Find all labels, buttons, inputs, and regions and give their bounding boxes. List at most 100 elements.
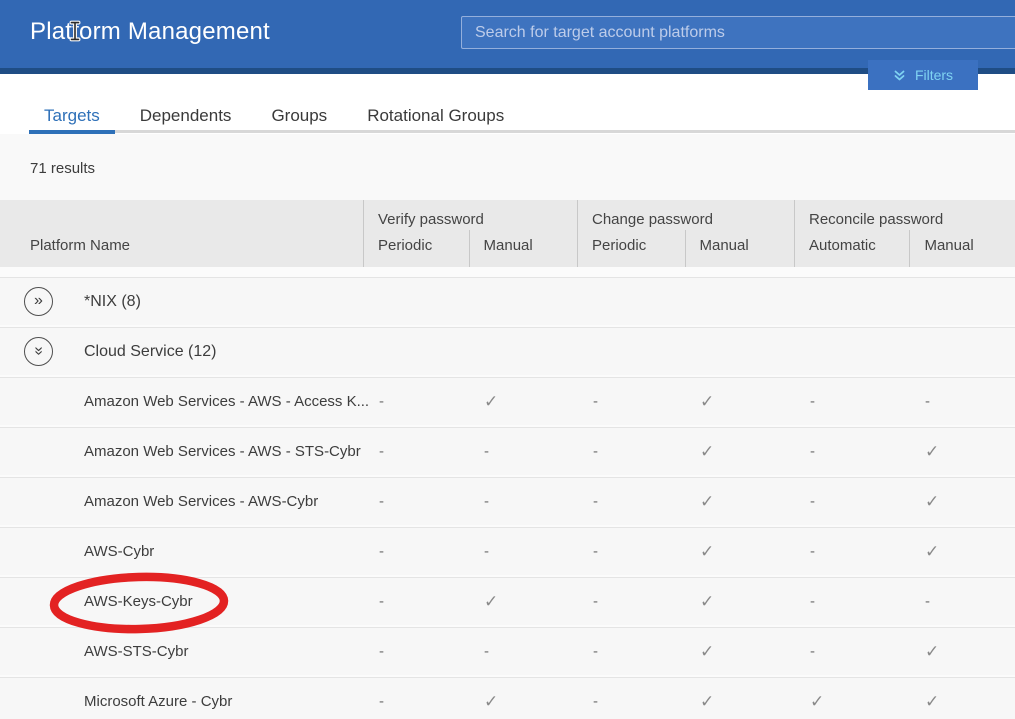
column-group-reconcile-password: Reconcile password Automatic Manual — [794, 200, 1015, 267]
dash-mark: - — [794, 643, 909, 660]
platform-name: *NIX (8) — [84, 293, 141, 311]
dash-mark: - — [909, 593, 1015, 610]
check-icon: ✓ — [909, 492, 1015, 512]
header-bottom-strip — [0, 68, 1015, 74]
dash-mark: - — [577, 393, 684, 410]
platform-row[interactable]: Amazon Web Services - AWS - Access K... … — [0, 377, 1015, 425]
search-input[interactable] — [461, 16, 1015, 49]
tab-targets[interactable]: Targets — [44, 96, 100, 126]
row-cells: -✓-✓-- — [363, 578, 1015, 625]
check-icon: ✓ — [684, 492, 794, 512]
dash-mark: - — [468, 643, 577, 660]
table-body: » *NIX (8) » Cloud Service (12) Amazon W… — [0, 267, 1015, 719]
check-icon: ✓ — [468, 692, 577, 712]
platform-name: AWS-STS-Cybr — [84, 643, 188, 660]
platform-name-cell: » Cloud Service (12) — [0, 337, 363, 366]
platform-row[interactable]: AWS-Cybr ---✓-✓ — [0, 527, 1015, 575]
column-group-label: Reconcile password — [795, 200, 1015, 228]
check-icon: ✓ — [684, 542, 794, 562]
platform-name-cell: AWS-STS-Cybr — [0, 643, 363, 660]
dash-mark: - — [363, 393, 468, 410]
platform-name: AWS-Cybr — [84, 543, 154, 560]
dash-mark: - — [577, 493, 684, 510]
dash-mark: - — [468, 443, 577, 460]
filters-button-label: Filters — [915, 67, 953, 83]
platform-name-cell: Amazon Web Services - AWS-Cybr — [0, 493, 363, 510]
check-icon: ✓ — [684, 642, 794, 662]
platform-name: Microsoft Azure - Cybr — [84, 693, 232, 710]
row-cells: ---✓-✓ — [363, 628, 1015, 675]
check-icon: ✓ — [909, 442, 1015, 462]
column-group-label: Change password — [578, 200, 794, 228]
dash-mark: - — [794, 393, 909, 410]
row-cells: -✓-✓-- — [363, 378, 1015, 425]
check-icon: ✓ — [468, 592, 577, 612]
column-group-change-password: Change password Periodic Manual — [577, 200, 794, 267]
column-header-reconcile-manual: Manual — [909, 230, 1015, 267]
platform-name-cell: Microsoft Azure - Cybr — [0, 693, 363, 710]
dash-mark: - — [363, 593, 468, 610]
page-title: Platform Management — [30, 18, 270, 46]
platform-name: Amazon Web Services - AWS - Access K... — [84, 393, 369, 410]
column-header-change-manual: Manual — [685, 230, 795, 267]
check-icon: ✓ — [909, 692, 1015, 712]
dash-mark: - — [363, 543, 468, 560]
tab-rotational-groups[interactable]: Rotational Groups — [367, 96, 504, 126]
tab-underline-track — [115, 130, 1015, 133]
results-count: 71 results — [30, 160, 95, 177]
dash-mark: - — [909, 393, 1015, 410]
check-icon: ✓ — [684, 692, 794, 712]
dash-mark: - — [577, 443, 684, 460]
double-chevron-down-icon — [893, 69, 906, 82]
dash-mark: - — [794, 443, 909, 460]
platform-name-cell: Amazon Web Services - AWS - STS-Cybr — [0, 443, 363, 460]
expand-toggle-icon[interactable]: » — [24, 337, 53, 366]
column-header-verify-periodic: Periodic — [364, 230, 469, 267]
tab-dependents[interactable]: Dependents — [140, 96, 232, 126]
column-header-platform-name: Platform Name — [30, 237, 130, 254]
tab-groups[interactable]: Groups — [271, 96, 327, 126]
column-header-verify-manual: Manual — [469, 230, 577, 267]
platform-row[interactable]: AWS-STS-Cybr ---✓-✓ — [0, 627, 1015, 675]
check-icon: ✓ — [909, 542, 1015, 562]
platform-row[interactable]: Amazon Web Services - AWS-Cybr ---✓-✓ — [0, 477, 1015, 525]
results-bar: 71 results — [0, 134, 1015, 200]
platform-row[interactable]: Microsoft Azure - Cybr -✓-✓✓✓ — [0, 677, 1015, 719]
filters-button[interactable]: Filters — [868, 60, 978, 90]
group-row[interactable]: » *NIX (8) — [0, 277, 1015, 325]
check-icon: ✓ — [684, 392, 794, 412]
app-header: Platform Management — [0, 0, 1015, 68]
platform-row[interactable]: AWS-Keys-Cybr -✓-✓-- — [0, 577, 1015, 625]
check-icon: ✓ — [794, 692, 909, 712]
dash-mark: - — [794, 593, 909, 610]
dash-mark: - — [577, 593, 684, 610]
platform-name: AWS-Keys-Cybr — [84, 593, 193, 610]
dash-mark: - — [577, 693, 684, 710]
dash-mark: - — [794, 543, 909, 560]
platform-name: Cloud Service (12) — [84, 343, 217, 361]
group-row[interactable]: » Cloud Service (12) — [0, 327, 1015, 375]
platform-name-cell: » *NIX (8) — [0, 287, 363, 316]
dash-mark: - — [577, 543, 684, 560]
dash-mark: - — [468, 543, 577, 560]
dash-mark: - — [363, 443, 468, 460]
dash-mark: - — [468, 493, 577, 510]
platform-name-cell: Amazon Web Services - AWS - Access K... — [0, 393, 363, 410]
table-header: Platform Name Verify password Periodic M… — [0, 200, 1015, 267]
column-header-change-periodic: Periodic — [578, 230, 685, 267]
dash-mark: - — [363, 493, 468, 510]
check-icon: ✓ — [684, 592, 794, 612]
platform-name-cell: AWS-Keys-Cybr — [0, 593, 363, 610]
row-cells: ---✓-✓ — [363, 528, 1015, 575]
dash-mark: - — [363, 693, 468, 710]
expand-toggle-icon[interactable]: » — [24, 287, 53, 316]
column-header-groups: Verify password Periodic Manual Change p… — [363, 200, 1015, 267]
column-group-label: Verify password — [364, 200, 577, 228]
column-header-reconcile-automatic: Automatic — [795, 230, 909, 267]
check-icon: ✓ — [468, 392, 577, 412]
row-cells: ---✓-✓ — [363, 478, 1015, 525]
platform-row[interactable]: Amazon Web Services - AWS - STS-Cybr ---… — [0, 427, 1015, 475]
dash-mark: - — [794, 493, 909, 510]
platform-name-cell: AWS-Cybr — [0, 543, 363, 560]
row-cells: ---✓-✓ — [363, 428, 1015, 475]
